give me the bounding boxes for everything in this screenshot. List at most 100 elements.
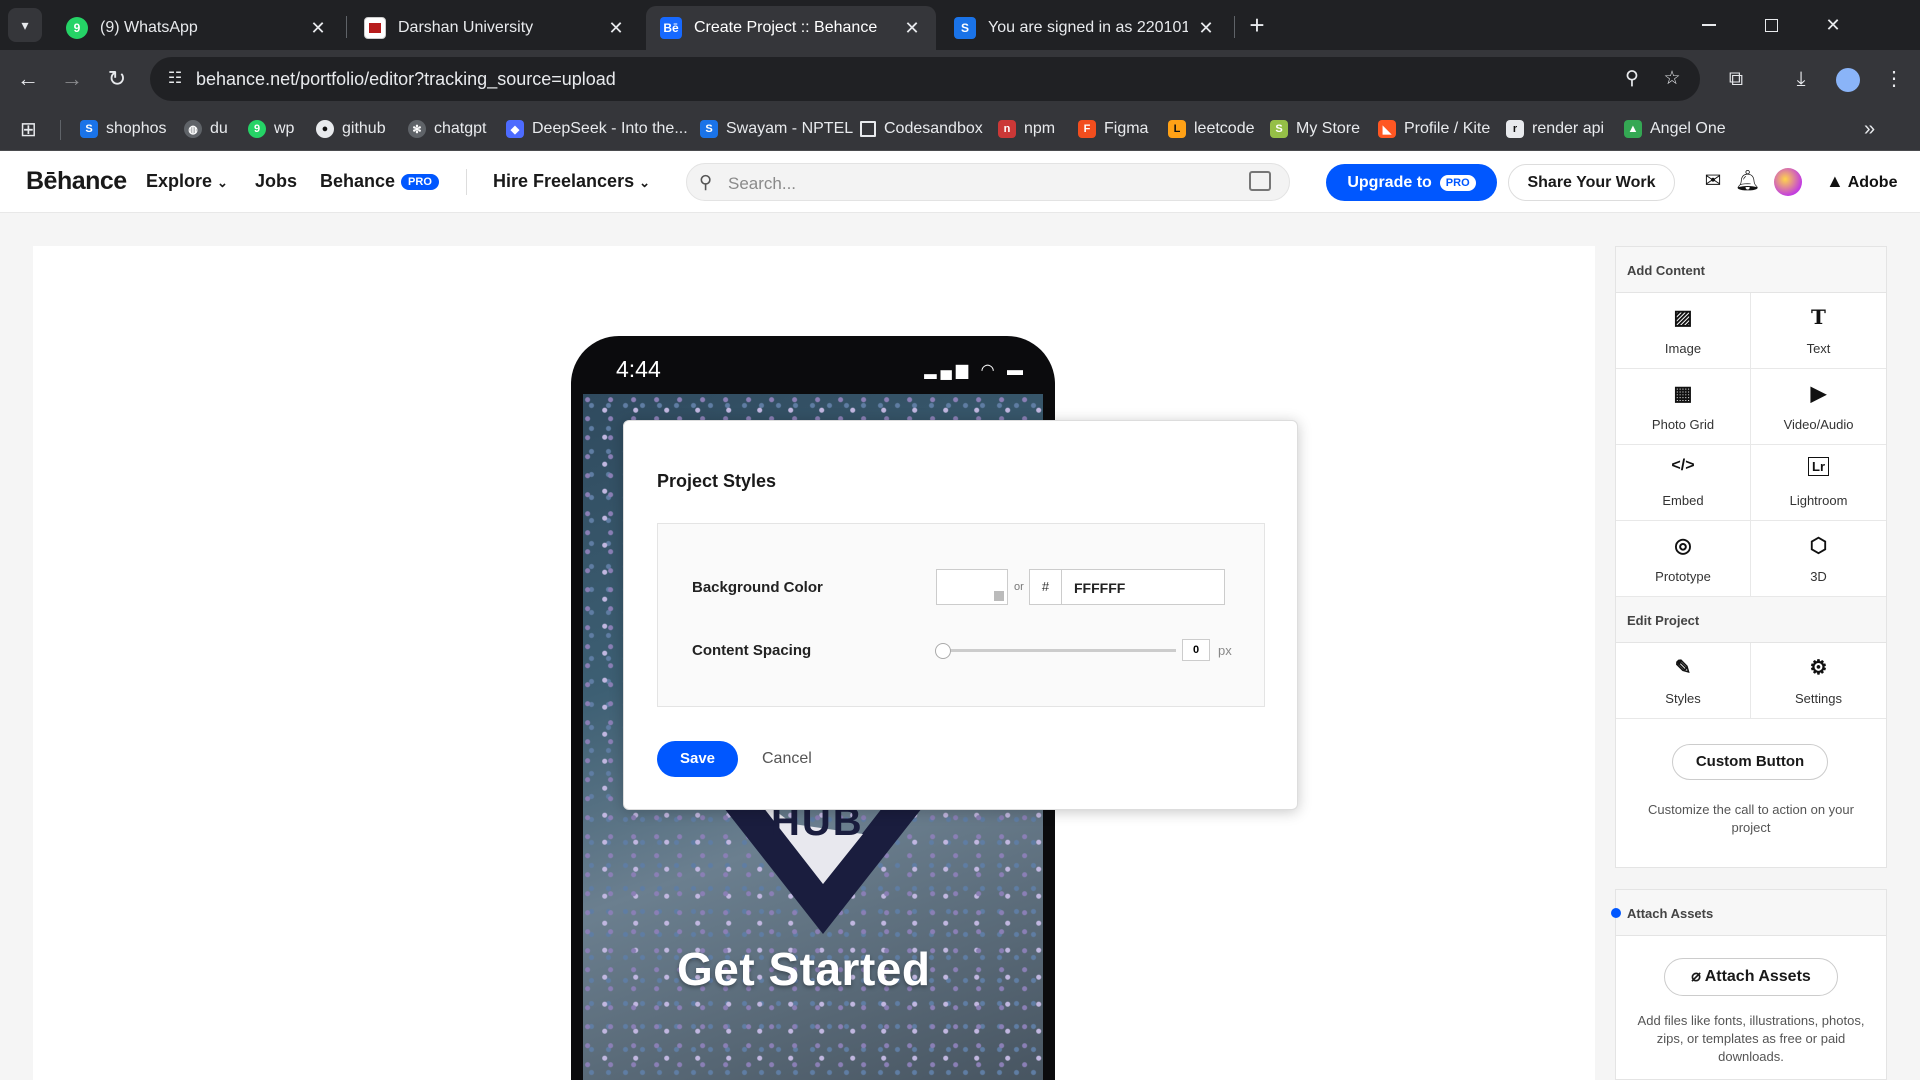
pro-badge: PRO bbox=[1439, 174, 1476, 191]
upgrade-pro-button[interactable]: Upgrade to PRO bbox=[1326, 164, 1497, 201]
bookmark-label: Profile / Kite bbox=[1404, 120, 1491, 137]
bookmark-label: Swayam - NPTEL bbox=[726, 120, 854, 137]
tool-label: Prototype bbox=[1655, 569, 1711, 584]
bookmark-du[interactable]: ◍ du bbox=[184, 118, 228, 140]
bookmark-angel-one[interactable]: ▲ Angel One bbox=[1624, 118, 1726, 140]
share-your-work-button[interactable]: Share Your Work bbox=[1508, 164, 1675, 201]
more-bookmarks-chevron-icon[interactable]: » bbox=[1864, 118, 1875, 140]
content-spacing-slider-track[interactable] bbox=[942, 649, 1176, 652]
save-button[interactable]: Save bbox=[657, 741, 738, 777]
bookmark-my-store[interactable]: S My Store bbox=[1270, 118, 1360, 140]
bookmark-label: chatgpt bbox=[434, 120, 487, 137]
bookmark-leetcode[interactable]: Lleetcode bbox=[1168, 118, 1255, 140]
chevron-down-icon: ⌄ bbox=[217, 175, 228, 190]
phone-cta-text: Get Started bbox=[677, 943, 931, 995]
new-tab-plus-icon[interactable]: + bbox=[1242, 10, 1272, 40]
behance-favicon-icon: Bē bbox=[660, 17, 682, 39]
bookmark-shophos[interactable]: Sshophos bbox=[80, 118, 167, 140]
hash-label: # bbox=[1030, 570, 1062, 604]
bookmark-wp[interactable]: 9 wp bbox=[248, 118, 294, 140]
nav-hire-freelancers[interactable]: Hire Freelancers ⌄ bbox=[493, 171, 650, 192]
bookmark-star-icon[interactable]: ☆ bbox=[1660, 67, 1684, 91]
hex-input[interactable]: FFFFFF bbox=[1074, 580, 1125, 596]
download-icon[interactable]: ⤓ bbox=[1785, 63, 1817, 95]
add-lightroom-tool[interactable]: Lr Lightroom bbox=[1751, 445, 1886, 521]
extensions-puzzle-icon[interactable]: ⧉ bbox=[1720, 63, 1752, 95]
bookmark-github[interactable]: ● github bbox=[316, 118, 386, 140]
bookmark-label: Angel One bbox=[1650, 120, 1726, 137]
search-bar[interactable]: ⚲ Search... bbox=[686, 163, 1290, 201]
content-spacing-input[interactable]: 0 bbox=[1182, 639, 1210, 661]
close-icon[interactable]: ✕ bbox=[308, 18, 328, 39]
search-input[interactable]: Search... bbox=[728, 174, 796, 194]
mail-icon[interactable]: ✉ bbox=[1701, 169, 1725, 193]
avatar[interactable] bbox=[1774, 168, 1802, 196]
url-text[interactable]: behance.net/portfolio/editor?tracking_so… bbox=[196, 69, 616, 90]
upgrade-label: Upgrade to bbox=[1347, 173, 1432, 191]
settings-tool[interactable]: ⚙ Settings bbox=[1751, 643, 1886, 719]
bookmark-deepseek[interactable]: ◆ DeepSeek - Into the... bbox=[506, 118, 688, 140]
bookmark-chatgpt[interactable]: ✻ chatgpt bbox=[408, 118, 486, 140]
bookmark-swayam[interactable]: S Swayam - NPTEL bbox=[700, 118, 853, 140]
apps-grid-icon[interactable]: ⊞ bbox=[20, 118, 37, 141]
add-video-audio-tool[interactable]: ▶ Video/Audio bbox=[1751, 369, 1886, 445]
forward-arrow-icon[interactable]: → bbox=[56, 63, 88, 95]
back-arrow-icon[interactable]: ← bbox=[12, 63, 44, 95]
add-prototype-tool[interactable]: ◎ Prototype bbox=[1616, 521, 1751, 597]
tab-darshan-university[interactable]: Darshan University ✕ bbox=[350, 6, 640, 50]
close-icon[interactable]: ✕ bbox=[606, 18, 626, 39]
attach-assets-button[interactable]: ⌀ Attach Assets bbox=[1664, 958, 1838, 996]
bookmark-label: Codesandbox bbox=[884, 120, 983, 137]
close-icon[interactable]: ✕ bbox=[1196, 18, 1216, 39]
nav-jobs[interactable]: Jobs bbox=[255, 171, 297, 192]
tab-signed-in[interactable]: S You are signed in as 220101014 ✕ bbox=[940, 6, 1230, 50]
bookmark-label: npm bbox=[1024, 120, 1056, 137]
image-search-icon[interactable] bbox=[1249, 171, 1271, 191]
restore-window-icon[interactable] bbox=[1740, 0, 1802, 50]
site-info-icon[interactable]: ☷ bbox=[160, 64, 190, 94]
content-spacing-slider-handle[interactable] bbox=[935, 643, 951, 659]
gear-icon: ⚙ bbox=[1809, 657, 1828, 679]
add-3d-tool[interactable]: ⬡ 3D bbox=[1751, 521, 1886, 597]
minimize-window-icon[interactable] bbox=[1678, 0, 1740, 50]
bookmark-kite[interactable]: ◣ Profile / Kite bbox=[1378, 118, 1490, 140]
profile-avatar-icon[interactable] bbox=[1832, 63, 1864, 95]
tab-behance-create-project[interactable]: Bē Create Project :: Behance ✕ bbox=[646, 6, 936, 50]
browser-menu-icon[interactable]: ⋮ bbox=[1878, 63, 1910, 95]
zoom-search-icon[interactable]: ⚲ bbox=[1620, 67, 1644, 91]
bookmark-codesandbox[interactable]: Codesandbox bbox=[860, 118, 983, 140]
nav-explore[interactable]: Explore ⌄ bbox=[146, 171, 228, 192]
behance-logo[interactable]: Bēhance bbox=[26, 167, 127, 196]
bookmark-npm[interactable]: n npm bbox=[998, 118, 1055, 140]
custom-button[interactable]: Custom Button bbox=[1672, 744, 1828, 780]
whatsapp-favicon-icon: 9 bbox=[66, 17, 88, 39]
close-window-icon[interactable]: ✕ bbox=[1802, 0, 1864, 50]
notification-bell-icon[interactable]: 🔔︎ bbox=[1735, 169, 1760, 193]
bookmark-figma[interactable]: F Figma bbox=[1078, 118, 1148, 140]
tab-whatsapp[interactable]: 9 (9) WhatsApp ✕ bbox=[52, 6, 342, 50]
add-embed-tool[interactable]: </> Embed bbox=[1616, 445, 1751, 521]
search-icon: ⚲ bbox=[699, 172, 713, 192]
styles-tool[interactable]: ✎ Styles bbox=[1616, 643, 1751, 719]
adobe-link[interactable]: ▲ Adobe bbox=[1826, 171, 1897, 192]
nav-behance-pro[interactable]: Behance PRO bbox=[320, 171, 439, 192]
hex-color-field[interactable]: # FFFFFF bbox=[1029, 569, 1225, 605]
text-icon: T bbox=[1811, 305, 1826, 329]
or-label: or bbox=[1014, 581, 1024, 593]
shopify-icon: S bbox=[1270, 120, 1288, 138]
color-swatch-picker[interactable] bbox=[936, 569, 1008, 605]
cancel-button[interactable]: Cancel bbox=[762, 750, 812, 768]
tool-label: Text bbox=[1806, 341, 1831, 356]
bookmark-label: wp bbox=[274, 120, 295, 137]
photo-grid-icon: ▦ bbox=[1673, 383, 1693, 405]
tab-title: Create Project :: Behance bbox=[694, 19, 878, 36]
figma-icon: F bbox=[1078, 120, 1096, 138]
add-text-tool[interactable]: T Text bbox=[1751, 293, 1886, 369]
reload-icon[interactable]: ↻ bbox=[101, 63, 133, 95]
add-photo-grid-tool[interactable]: ▦ Photo Grid bbox=[1616, 369, 1751, 445]
address-bar[interactable]: ☷ behance.net/portfolio/editor?tracking_… bbox=[150, 57, 1700, 101]
bookmark-render-api[interactable]: r render api bbox=[1506, 118, 1604, 140]
add-image-tool[interactable]: ▨ Image bbox=[1616, 293, 1751, 369]
close-icon[interactable]: ✕ bbox=[902, 18, 922, 39]
tab-search-button[interactable]: ▾ bbox=[8, 8, 42, 42]
